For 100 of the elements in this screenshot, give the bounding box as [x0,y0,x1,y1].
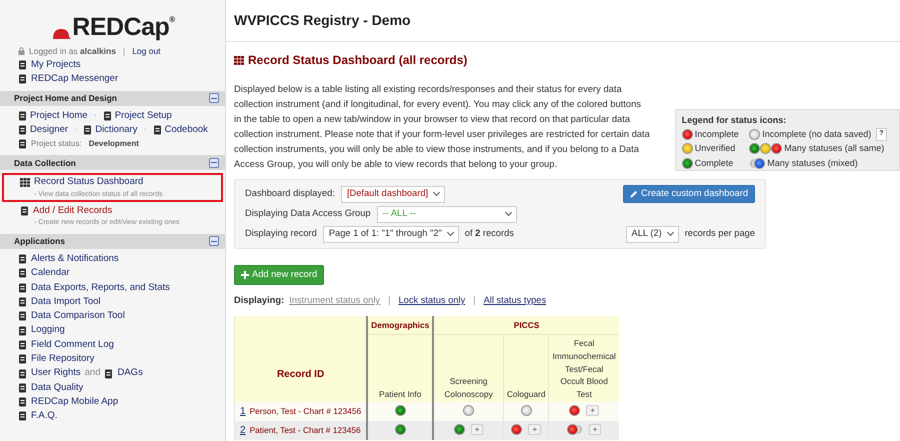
status-icon[interactable] [511,424,522,435]
document-icon [18,125,27,136]
sidebar-link[interactable]: User Rights [31,366,81,381]
sidebar-link[interactable]: File Repository [31,352,94,366]
project-status-label: Project status: [31,138,82,150]
document-icon [18,110,27,121]
plus-icon [241,270,249,279]
sidebar-link[interactable]: Logging [31,323,65,338]
separator: | [122,45,126,58]
column-header: Screening Colonoscopy [433,334,504,402]
field-label: records per page [684,227,755,240]
project-title: WVPICCS Registry - Demo [226,0,900,42]
record-name: Person, Test - Chart # 123456 [250,406,362,416]
sidebar-link[interactable]: Field Comment Log [31,338,114,352]
document-icon [18,397,27,408]
status-icon[interactable] [394,404,406,416]
document-icon [18,254,27,264]
collapse-icon[interactable] [209,236,219,246]
legend-label: Complete [694,156,734,170]
grid-icon [234,56,244,64]
document-icon [18,282,27,293]
field-label: Displaying Data Access Group [245,207,371,220]
logout-link[interactable]: Log out [132,44,161,58]
section-title: Data Collection [14,156,76,170]
sidebar-link[interactable]: Project Home [30,108,88,123]
display-option[interactable]: Instrument status only [289,294,380,308]
status-icon[interactable] [454,424,465,435]
sidebar-link[interactable]: F.A.Q. [31,409,58,424]
document-icon [18,354,27,364]
record-count: of 2 records [464,227,514,240]
status-icon[interactable] [520,404,532,416]
display-option[interactable]: All status types [484,294,546,308]
grid-icon [20,178,30,188]
status-icon[interactable] [682,128,693,140]
sidebar-link[interactable]: REDCap Messenger [31,72,118,87]
sidebar-link[interactable]: Data Import Tool [31,294,101,310]
legend-label: Incomplete (no data saved) [762,128,872,141]
lock-icon [18,47,25,55]
pencil-icon [630,190,638,198]
legend-label: Many statuses (mixed) [767,156,858,170]
add-instance-button[interactable]: + [586,404,599,416]
sidebar-link[interactable]: My Projects [31,58,81,72]
document-icon [83,125,92,136]
document-icon [18,60,27,70]
dashboard-select[interactable]: [Default dashboard] [340,186,446,202]
sidebar-link[interactable]: Data Comparison Tool [31,309,125,324]
document-icon [18,340,27,350]
legend-label: Many statuses (all same) [784,142,884,155]
status-icon[interactable] [394,424,406,435]
group-header: PICCS [433,316,619,335]
create-dashboard-button[interactable]: Create custom dashboard [623,185,755,203]
separator: | [472,294,477,307]
logo: REDCap$^{®}$ [72,15,175,40]
sidebar-link[interactable]: Add / Edit Records [33,204,112,218]
field-label: Displaying record [245,227,317,240]
record-id-link[interactable]: 2 [240,425,246,436]
sidebar-link[interactable]: Project Setup [114,108,172,123]
sidebar-link[interactable]: REDCap Mobile App [31,394,118,410]
sidebar-link[interactable]: Designer [30,122,68,138]
cap-icon [50,28,72,40]
add-instance-button[interactable]: + [470,424,484,435]
collapse-icon[interactable] [209,93,219,104]
page-title: Record Status Dashboard (all records) [248,52,468,69]
sidebar-link[interactable]: Data Exports, Reports, and Stats [31,280,170,295]
sidebar-link[interactable]: DAGs [117,366,143,381]
separator: · [73,122,78,137]
description-text: Displayed below is a table listing all existing records/responses and their status for every data collection instrument (and if longitudinal, for every event). You may click any of the colored buttons in the table to open a new tab/window in your browser to view that record on that particular data collection instrument. Please note that if your form-level user privileges are restricted for certain data collection instruments, you will only be able to view those instruments, and if you belong to a Data Access Group, you will only be able to view records that belong to your group. [234,82,651,171]
column-header: Fecal Immunochemical Test/Fecal Occult Blood Test [548,334,619,402]
document-icon [18,382,27,393]
add-instance-button[interactable]: + [588,424,602,435]
group-header: Demographics [367,316,434,335]
document-icon [18,139,27,150]
sidebar-link[interactable]: Alerts & Notifications [31,252,119,266]
collapse-icon[interactable] [209,158,219,168]
group-select[interactable]: -- ALL -- [376,206,517,222]
display-option[interactable]: Lock status only [398,294,466,308]
column-header: Cologuard [503,334,549,402]
column-header: Patient Info [367,334,434,402]
legend-label: Incomplete [694,128,739,141]
document-icon [20,206,29,216]
separator: · [142,122,148,137]
record-id-link[interactable]: 1 [240,406,246,418]
sidebar-link[interactable]: Data Quality [31,380,84,395]
sidebar-link[interactable]: Codebook [164,122,208,138]
project-status-value: Development [88,138,139,150]
status-icon[interactable] [749,128,760,140]
legend-label: Unverified [694,142,736,155]
status-icon[interactable] [682,158,693,169]
login-text: Logged in as alcalkins [29,45,116,58]
sidebar-link[interactable]: Dictionary [95,122,138,138]
per-page-select[interactable]: ALL (2) [626,226,679,242]
section-title: Applications [14,235,66,248]
sidebar-link[interactable]: Record Status Dashboard [34,175,144,190]
record-page-select[interactable]: Page 1 of 1: "1" through "2" [322,226,459,242]
add-instance-button[interactable]: + [528,424,541,435]
status-icon[interactable] [463,404,474,416]
sidebar-link[interactable]: Calendar [31,266,70,281]
document-icon [18,74,27,84]
status-icon[interactable] [569,404,580,416]
record-name: Patient, Test - Chart # 123456 [250,425,361,436]
